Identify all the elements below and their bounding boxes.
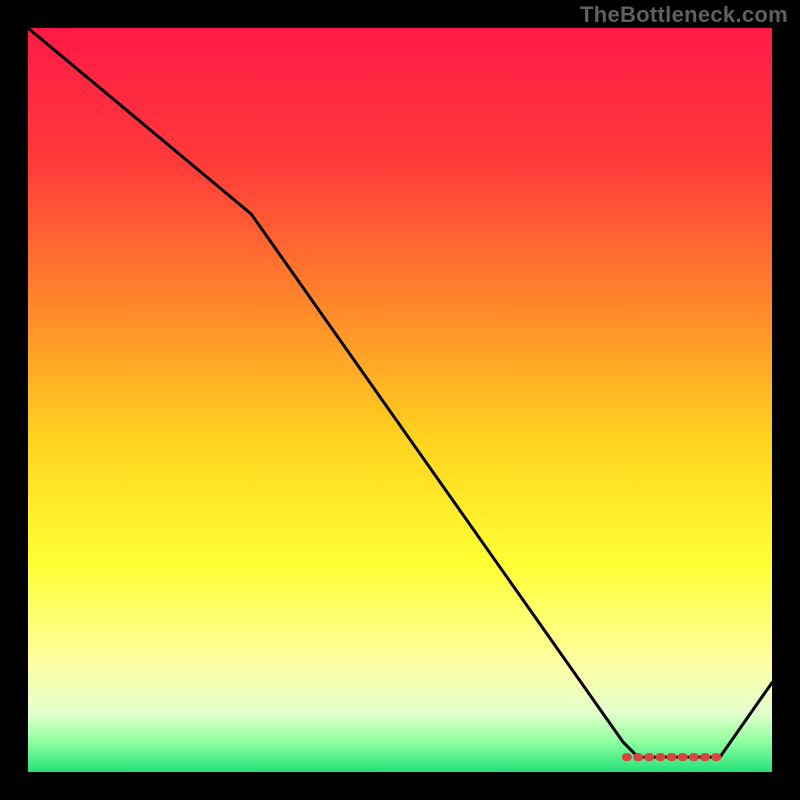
marker-dot xyxy=(689,753,699,761)
marker-dot xyxy=(644,753,654,761)
marker-dot xyxy=(655,753,665,761)
marker-dot xyxy=(667,753,677,761)
chart-svg xyxy=(28,28,772,772)
marker-dot xyxy=(622,753,632,761)
marker-dot xyxy=(711,753,721,761)
chart-background xyxy=(28,28,772,772)
marker-dot xyxy=(700,753,710,761)
chart-frame: TheBottleneck.com xyxy=(0,0,800,800)
attribution-label: TheBottleneck.com xyxy=(580,2,788,28)
chart-plot-area xyxy=(28,28,772,772)
marker-dot xyxy=(633,753,643,761)
optimal-markers xyxy=(622,753,721,761)
marker-dot xyxy=(678,753,688,761)
